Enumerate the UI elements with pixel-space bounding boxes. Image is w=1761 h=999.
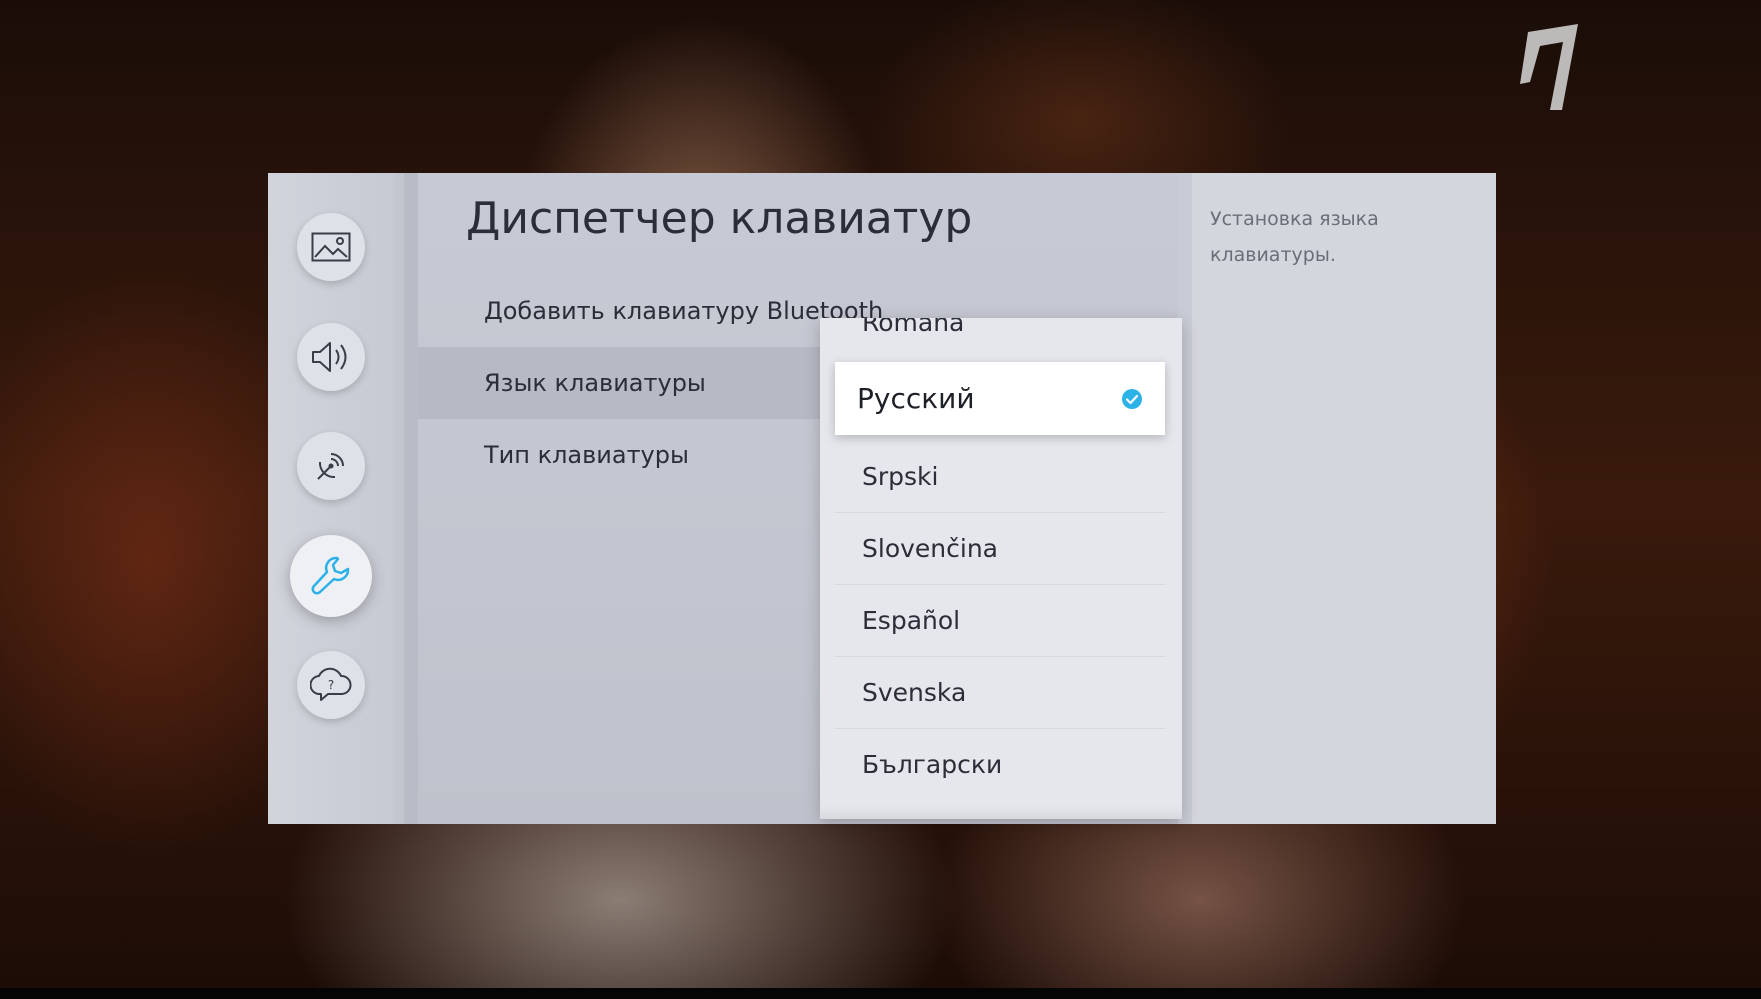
- menu-item-add-bluetooth-keyboard[interactable]: Добавить клавиатуру Bluetooth: [418, 275, 883, 347]
- sidebar-divider: [394, 173, 404, 824]
- sound-settings-button[interactable]: [297, 323, 365, 391]
- dropdown-option[interactable]: Svenska: [835, 656, 1165, 728]
- support-icon: ?: [310, 667, 352, 701]
- channel-logo: [1520, 24, 1578, 110]
- broadcast-icon: [317, 453, 344, 480]
- dropdown-option[interactable]: Srpski: [835, 440, 1165, 512]
- general-settings-button[interactable]: [290, 535, 372, 617]
- broadcast-settings-button[interactable]: [297, 432, 365, 500]
- dropdown-option[interactable]: Български: [835, 728, 1165, 800]
- dropdown-option[interactable]: Română: [862, 318, 964, 337]
- menu-item-keyboard-type[interactable]: Тип клавиатуры: [418, 419, 878, 491]
- dropdown-scroll-fade: [820, 805, 1182, 819]
- help-text: Установка языка клавиатуры.: [1210, 208, 1379, 266]
- check-icon: [1122, 389, 1142, 409]
- menu-item-label: Тип клавиатуры: [484, 441, 689, 469]
- dropdown-option[interactable]: Español: [835, 584, 1165, 656]
- dropdown-option[interactable]: Slovenčina: [835, 512, 1165, 584]
- tv-bezel: [0, 988, 1761, 999]
- dropdown-option-label: Русский: [857, 382, 975, 415]
- picture-icon: [311, 232, 351, 262]
- menu-item-keyboard-language[interactable]: Язык клавиатуры: [418, 347, 878, 419]
- wrench-icon: [311, 556, 350, 595]
- help-panel: Установка языка клавиатуры.: [1192, 173, 1496, 824]
- dropdown-option-selected[interactable]: Русский: [835, 362, 1165, 435]
- sound-icon: [312, 342, 347, 372]
- support-settings-button[interactable]: ?: [297, 651, 365, 719]
- sidebar-divider: [404, 173, 418, 824]
- language-dropdown[interactable]: Română Русский Srpski Slovenčina Español…: [820, 318, 1182, 819]
- svg-text:?: ?: [328, 678, 334, 692]
- tv-screen: ? Диспетчер клавиатур Добавить клавиатур…: [0, 0, 1761, 999]
- page-title: Диспетчер клавиатур: [466, 193, 973, 244]
- settings-sidebar: ?: [268, 173, 394, 824]
- picture-settings-button[interactable]: [297, 213, 365, 281]
- menu-item-label: Язык клавиатуры: [484, 369, 706, 397]
